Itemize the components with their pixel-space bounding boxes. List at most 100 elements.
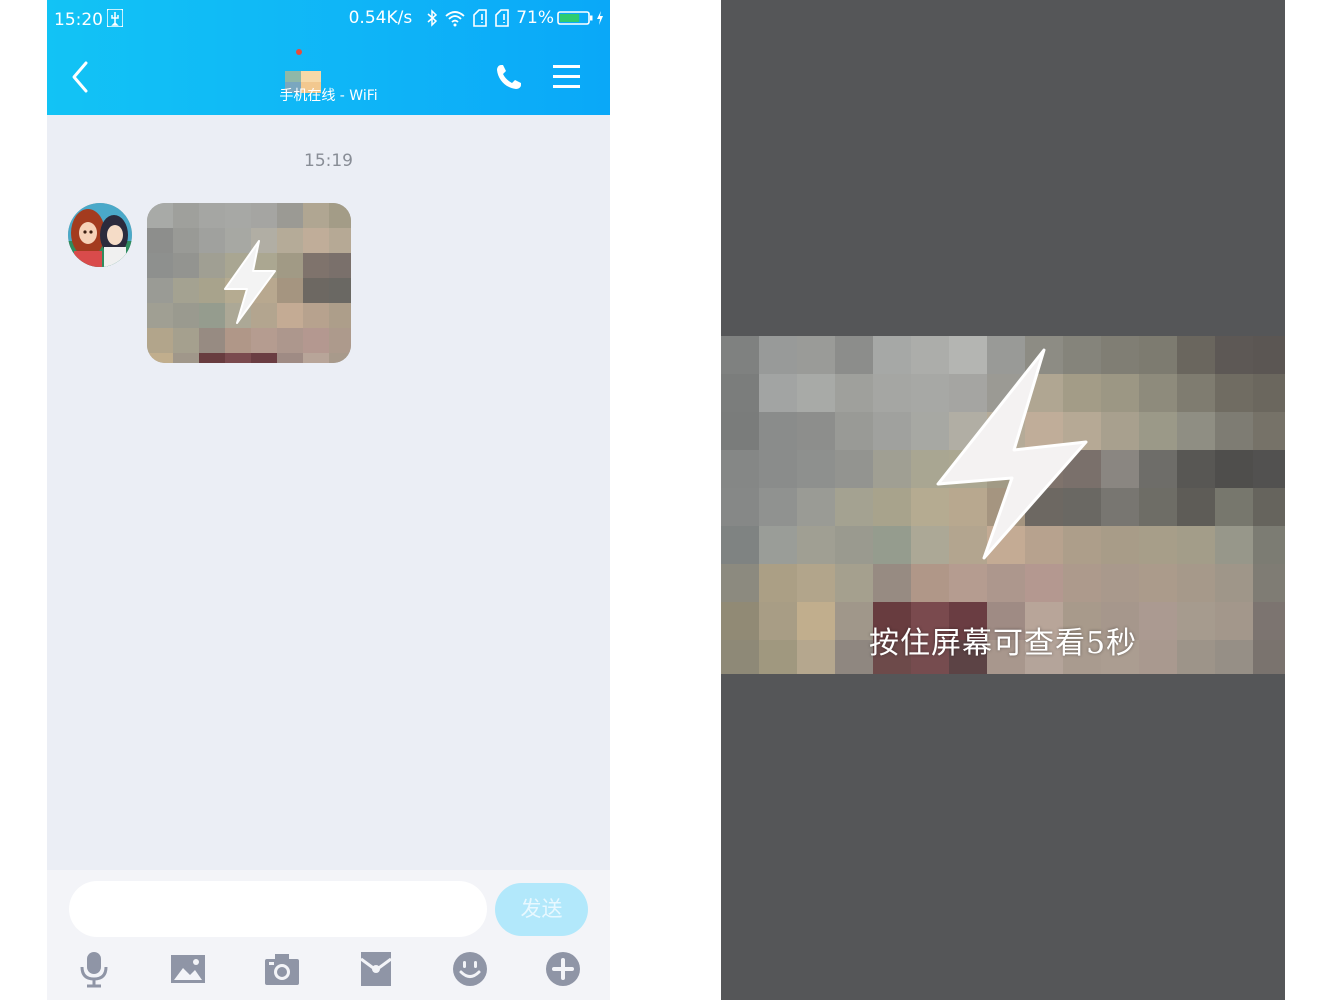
mosaic-tile <box>147 203 173 228</box>
hamburger-menu-icon[interactable] <box>553 64 580 89</box>
microphone-icon[interactable] <box>75 950 113 988</box>
input-bar: 发送 <box>47 870 610 1000</box>
online-status: 手机在线 - WiFi <box>279 88 378 104</box>
mosaic-tile <box>173 228 199 253</box>
mosaic-tile <box>329 303 351 328</box>
flash-image-message[interactable] <box>147 203 351 363</box>
red-packet-icon[interactable] <box>357 950 395 988</box>
mosaic-tile <box>1101 336 1139 374</box>
mosaic-tile <box>1139 336 1177 374</box>
mosaic-tile <box>303 228 329 253</box>
charging-icon <box>597 11 603 25</box>
avatar[interactable] <box>68 203 132 267</box>
mosaic-tile <box>1253 450 1285 488</box>
mosaic-tile <box>797 450 835 488</box>
mosaic-tile <box>225 203 251 228</box>
mosaic-tile <box>1101 488 1139 526</box>
image-icon[interactable] <box>169 950 207 988</box>
mosaic-tile <box>835 412 873 450</box>
title-marker <box>296 49 302 55</box>
mosaic-tile <box>1177 450 1215 488</box>
battery-percent: 71% <box>516 8 554 28</box>
mosaic-tile <box>911 564 949 602</box>
mosaic-tile <box>1025 564 1063 602</box>
mosaic-tile <box>329 253 351 278</box>
mosaic-tile <box>835 374 873 412</box>
mosaic-tile <box>329 278 351 303</box>
mosaic-tile <box>1253 374 1285 412</box>
camera-icon[interactable] <box>263 950 301 988</box>
mosaic-tile <box>873 336 911 374</box>
mosaic-tile <box>949 564 987 602</box>
mosaic-tile <box>329 328 351 353</box>
mosaic-tile <box>873 564 911 602</box>
mosaic-tile <box>173 203 199 228</box>
phone-icon[interactable] <box>494 62 524 92</box>
usb-icon <box>107 9 123 27</box>
mosaic-tile <box>797 564 835 602</box>
hold-to-view-hint: 按住屏幕可查看5秒 <box>868 626 1138 661</box>
mosaic-tile <box>873 526 911 564</box>
mosaic-tile <box>721 450 759 488</box>
mosaic-tile <box>1139 564 1177 602</box>
battery-icon <box>557 11 593 25</box>
mosaic-tile <box>1139 488 1177 526</box>
mosaic-tile <box>1177 488 1215 526</box>
mosaic-tile <box>759 488 797 526</box>
mosaic-tile <box>1215 374 1253 412</box>
lightning-bolt-icon <box>936 348 1088 560</box>
mosaic-tile <box>251 353 277 363</box>
status-time: 15:20 <box>54 10 103 30</box>
signal-icon <box>495 9 510 27</box>
mosaic-tile <box>147 253 173 278</box>
message-input[interactable] <box>69 881 487 937</box>
emoji-icon[interactable] <box>451 950 489 988</box>
mosaic-tile <box>303 278 329 303</box>
mosaic-tile <box>173 328 199 353</box>
mosaic-tile <box>303 353 329 363</box>
mosaic-tile <box>1253 526 1285 564</box>
send-button[interactable]: 发送 <box>495 883 588 936</box>
mosaic-tile <box>721 526 759 564</box>
lightning-bolt-icon <box>224 240 276 324</box>
mosaic-tile <box>199 203 225 228</box>
flash-image-preview[interactable]: 按住屏幕可查看5秒 <box>721 336 1285 674</box>
mosaic-tile <box>797 526 835 564</box>
mosaic-tile <box>1101 374 1139 412</box>
flash-image-viewer[interactable]: 按住屏幕可查看5秒 <box>721 0 1285 1000</box>
mosaic-tile <box>1177 564 1215 602</box>
mosaic-tile <box>277 203 303 228</box>
mosaic-tile <box>225 353 251 363</box>
mosaic-tile <box>303 328 329 353</box>
mosaic-tile <box>1215 526 1253 564</box>
mosaic-tile <box>1101 526 1139 564</box>
mosaic-tile <box>1063 564 1101 602</box>
chat-area: 15:19 <box>47 115 610 870</box>
mosaic-tile <box>1215 412 1253 450</box>
mosaic-tile <box>1177 526 1215 564</box>
signal-icon <box>473 9 488 27</box>
mosaic-tile <box>1253 488 1285 526</box>
mosaic-tile <box>873 374 911 412</box>
mosaic-tile <box>1215 488 1253 526</box>
plus-icon[interactable] <box>544 950 582 988</box>
mosaic-tile <box>329 203 351 228</box>
mosaic-tile <box>721 488 759 526</box>
header-nav: 手机在线 - WiFi <box>47 40 610 115</box>
avatar-image <box>68 203 132 267</box>
mosaic-tile <box>1101 450 1139 488</box>
mosaic-tile <box>329 228 351 253</box>
mosaic-tile <box>1139 374 1177 412</box>
chat-header: 15:20 0.54K/s 71% 手机在线 - WiFi <box>47 0 610 115</box>
chat-screen: 15:20 0.54K/s 71% 手机在线 - WiFi 15:19 发送 <box>47 0 610 1000</box>
mosaic-tile <box>277 328 303 353</box>
mosaic-tile <box>147 328 173 353</box>
mosaic-tile <box>173 353 199 363</box>
mosaic-tile <box>1253 336 1285 374</box>
mosaic-tile <box>303 253 329 278</box>
battery: 71% <box>516 8 604 28</box>
mosaic-tile <box>835 488 873 526</box>
wifi-icon <box>445 11 465 27</box>
mosaic-tile <box>759 564 797 602</box>
mosaic-tile <box>251 203 277 228</box>
